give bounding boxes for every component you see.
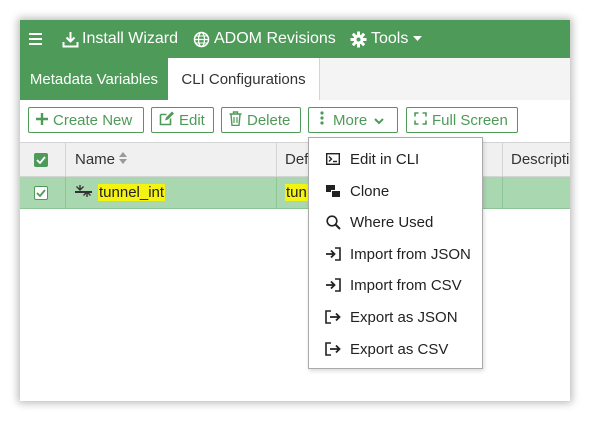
menu-item-label: Edit in CLI (350, 150, 420, 168)
expand-icon (414, 111, 432, 129)
chevron-down-icon (374, 112, 389, 129)
search-icon (324, 213, 342, 231)
full-screen-button[interactable]: Full Screen (406, 107, 518, 133)
create-new-label: Create New (53, 111, 133, 129)
name-header-label: Name (75, 151, 116, 168)
plus-icon (36, 112, 53, 129)
row-name-value: tunnel_int (98, 184, 166, 201)
adom-revisions-button[interactable]: ADOM Revisions (193, 20, 336, 58)
top-navbar: Install Wizard ADOM Revisions Tools (20, 20, 570, 58)
select-all-checkbox[interactable] (34, 153, 48, 167)
sort-icon[interactable] (119, 151, 128, 168)
edit-label: Edit (179, 111, 205, 129)
column-divider (65, 143, 66, 176)
install-wizard-label: Install Wizard (82, 30, 179, 47)
menu-item-where-used[interactable]: Where Used (309, 207, 482, 237)
app-window: Install Wizard ADOM Revisions Tools Meta… (20, 20, 570, 401)
delete-label: Delete (247, 111, 291, 129)
tunnel-interface-icon (75, 184, 92, 202)
menu-item-import-json[interactable]: Import from JSON (309, 239, 482, 269)
globe-icon (193, 31, 210, 48)
trash-icon (229, 110, 247, 130)
delete-button[interactable]: Delete (221, 107, 301, 133)
row-default-value: tun (285, 184, 308, 201)
terminal-icon (324, 150, 342, 168)
import-icon (324, 276, 342, 294)
menu-item-export-json[interactable]: Export as JSON (309, 302, 482, 332)
tab-metadata-variables[interactable]: Metadata Variables (20, 58, 168, 100)
toolbar: Create New Edit Delete More Full Screen (20, 100, 570, 142)
adom-revisions-label: ADOM Revisions (214, 30, 336, 47)
table-row[interactable]: tunnel_int tun (20, 177, 570, 209)
tools-label: Tools (371, 30, 409, 47)
clone-icon (324, 182, 342, 200)
column-divider (276, 177, 277, 208)
hamburger-menu-icon[interactable] (29, 20, 42, 58)
export-icon (324, 308, 342, 326)
vertical-ellipsis-icon (320, 111, 329, 129)
column-divider (502, 177, 503, 208)
menu-item-edit-in-cli[interactable]: Edit in CLI (309, 144, 482, 174)
menu-item-label: Import from CSV (350, 276, 462, 294)
export-icon (324, 340, 342, 358)
edit-button[interactable]: Edit (151, 107, 214, 133)
tools-menu-button[interactable]: Tools (350, 20, 423, 58)
column-header-description[interactable]: Descripti (511, 143, 569, 176)
row-default-cell: tun (285, 177, 308, 208)
menu-item-import-csv[interactable]: Import from CSV (309, 270, 482, 300)
install-wizard-button[interactable]: Install Wizard (62, 20, 178, 58)
more-dropdown-menu: Edit in CLI Clone Where Used Import from… (308, 137, 483, 369)
create-new-button[interactable]: Create New (28, 107, 144, 133)
menu-item-label: Clone (350, 182, 390, 200)
menu-item-label: Import from JSON (350, 245, 471, 263)
tab-cli-configurations[interactable]: CLI Configurations (168, 58, 320, 100)
tab-bar: Metadata Variables CLI Configurations (20, 58, 570, 101)
column-header-name[interactable]: Name (75, 143, 128, 176)
menu-item-clone[interactable]: Clone (309, 176, 482, 206)
more-menu-button[interactable]: More (308, 107, 398, 133)
column-divider (65, 177, 66, 208)
table-header: Name Def Descripti (20, 142, 570, 177)
caret-down-icon (413, 36, 423, 42)
column-header-default[interactable]: Def (285, 143, 308, 176)
import-icon (324, 245, 342, 263)
more-label: More (333, 111, 368, 129)
row-name-cell: tunnel_int (75, 177, 166, 208)
menu-item-label: Export as JSON (350, 308, 458, 326)
menu-item-label: Export as CSV (350, 340, 449, 358)
column-divider (502, 143, 503, 176)
menu-item-label: Where Used (350, 213, 434, 231)
full-screen-label: Full Screen (432, 111, 508, 129)
edit-icon (159, 111, 179, 130)
download-icon (62, 31, 79, 48)
gear-icon (350, 31, 367, 48)
menu-item-export-csv[interactable]: Export as CSV (309, 334, 482, 364)
column-divider (276, 143, 277, 176)
row-checkbox[interactable] (34, 186, 48, 200)
